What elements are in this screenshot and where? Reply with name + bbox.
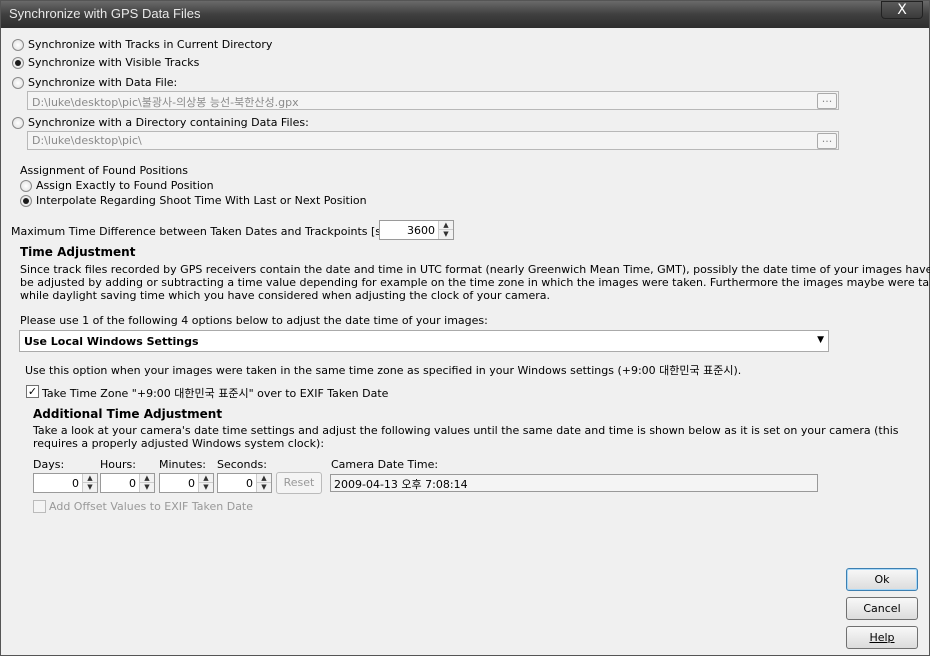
additional-desc-line1: Take a look at your camera's date time s… — [33, 424, 899, 437]
minutes-label: Minutes: — [159, 458, 207, 471]
additional-adjustment-heading: Additional Time Adjustment — [33, 407, 223, 421]
time-adjustment-desc-line2: be adjusted by adding or subtracting a t… — [20, 276, 930, 289]
days-label: Days: — [33, 458, 65, 471]
directory-browse-button[interactable]: ... — [817, 133, 837, 149]
ok-button[interactable]: Ok — [846, 568, 918, 591]
take-time-zone-checkbox[interactable]: ✓ — [26, 385, 39, 398]
option-description: Use this option when your images were ta… — [25, 364, 742, 377]
radio-visible-tracks-label: Synchronize with Visible Tracks — [28, 56, 200, 69]
max-time-diff-value: 3600 — [407, 224, 435, 237]
stepper-up-icon[interactable]: ▲ — [83, 474, 97, 483]
add-offset-label: Add Offset Values to EXIF Taken Date — [49, 500, 254, 513]
adjustment-option-value: Use Local Windows Settings — [24, 335, 199, 348]
hours-value: 0 — [129, 477, 136, 490]
radio-current-directory[interactable] — [12, 39, 24, 51]
stepper-up-icon[interactable]: ▲ — [257, 474, 271, 483]
radio-data-file-label: Synchronize with Data File: — [28, 76, 178, 89]
window-title: Synchronize with GPS Data Files — [9, 6, 201, 21]
directory-path-field[interactable]: D:\luke\desktop\pic\ — [27, 131, 839, 150]
help-button[interactable]: Help — [846, 626, 918, 649]
hours-label: Hours: — [100, 458, 136, 471]
options-instruction: Please use 1 of the following 4 options … — [20, 314, 488, 327]
max-time-diff-stepper[interactable]: 3600 ▲ ▼ — [379, 220, 454, 240]
seconds-label: Seconds: — [217, 458, 267, 471]
stepper-down-icon[interactable]: ▼ — [140, 483, 154, 492]
minutes-value: 0 — [188, 477, 195, 490]
radio-directory[interactable] — [12, 117, 24, 129]
seconds-value: 0 — [246, 477, 253, 490]
chevron-down-icon[interactable]: ▼ — [817, 335, 824, 345]
radio-data-file[interactable] — [12, 77, 24, 89]
camera-date-time-field: 2009-04-13 오후 7:08:14 — [330, 474, 818, 492]
stepper-down-icon[interactable]: ▼ — [439, 230, 453, 239]
seconds-stepper[interactable]: 0 ▲ ▼ — [217, 473, 272, 493]
camera-date-time-label: Camera Date Time: — [331, 458, 439, 471]
max-time-diff-label: Maximum Time Difference between Taken Da… — [11, 225, 429, 238]
days-stepper[interactable]: 0 ▲ ▼ — [33, 473, 98, 493]
time-adjustment-heading: Time Adjustment — [20, 245, 136, 259]
minutes-stepper[interactable]: 0 ▲ ▼ — [159, 473, 214, 493]
stepper-down-icon[interactable]: ▼ — [257, 483, 271, 492]
radio-assign-exact[interactable] — [20, 180, 32, 192]
time-adjustment-desc-line3: while daylight saving time which you hav… — [20, 289, 551, 302]
dialog-window: Synchronize with GPS Data Files X Synchr… — [0, 0, 930, 656]
adjustment-option-select[interactable]: Use Local Windows Settings ▼ — [19, 330, 829, 352]
close-button[interactable]: X — [881, 1, 923, 19]
reset-button[interactable]: Reset — [276, 472, 322, 494]
add-offset-checkbox[interactable] — [33, 500, 46, 513]
radio-visible-tracks[interactable] — [12, 57, 24, 69]
data-file-browse-button[interactable]: ... — [817, 93, 837, 109]
stepper-up-icon[interactable]: ▲ — [439, 221, 453, 230]
additional-desc-line2: requires a properly adjusted Windows sys… — [33, 437, 325, 450]
stepper-down-icon[interactable]: ▼ — [199, 483, 213, 492]
take-time-zone-label: Take Time Zone "+9:00 대한민국 표준시" over to … — [42, 387, 389, 400]
stepper-up-icon[interactable]: ▲ — [140, 474, 154, 483]
cancel-button[interactable]: Cancel — [846, 597, 918, 620]
data-file-path-field[interactable]: D:\luke\desktop\pic\불광사-의상봉 능선-북한산성.gpx — [27, 91, 839, 110]
hours-stepper[interactable]: 0 ▲ ▼ — [100, 473, 155, 493]
radio-interpolate-label: Interpolate Regarding Shoot Time With La… — [36, 194, 367, 207]
title-bar[interactable]: Synchronize with GPS Data Files X — [1, 1, 929, 28]
radio-current-directory-label: Synchronize with Tracks in Current Direc… — [28, 38, 273, 51]
days-value: 0 — [72, 477, 79, 490]
stepper-down-icon[interactable]: ▼ — [83, 483, 97, 492]
radio-directory-label: Synchronize with a Directory containing … — [28, 116, 309, 129]
radio-interpolate[interactable] — [20, 195, 32, 207]
assignment-heading: Assignment of Found Positions — [20, 164, 189, 177]
stepper-up-icon[interactable]: ▲ — [199, 474, 213, 483]
time-adjustment-desc-line1: Since track files recorded by GPS receiv… — [20, 263, 930, 276]
radio-assign-exact-label: Assign Exactly to Found Position — [36, 179, 214, 192]
